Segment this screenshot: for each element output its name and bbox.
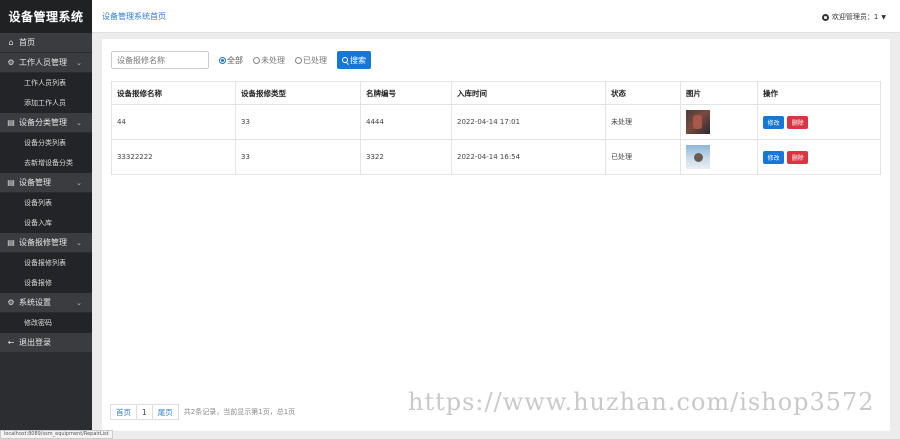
- arrow-left-icon: ←: [7, 338, 15, 347]
- document-icon: ▤: [7, 238, 15, 247]
- cell-time: 2022-04-14 17:01: [451, 104, 606, 140]
- delete-button[interactable]: 删除: [787, 150, 809, 164]
- radio-unprocessed[interactable]: 未处理: [253, 55, 285, 66]
- sidebar-group-category[interactable]: ▤ 设备分类管理 ⌄: [0, 113, 92, 133]
- column-header: 状态: [605, 81, 681, 105]
- chevron-down-icon: ⌄: [76, 238, 82, 247]
- content-panel: 全部 未处理 已处理 搜索 设备报修名称 设备报修类型 名牌编号 入库时间 状态…: [102, 39, 890, 431]
- pagination: 首页 1 尾页 共2条记录，当前显示第1页，总1页: [110, 404, 296, 420]
- cell-status: 已处理: [605, 139, 681, 175]
- repair-table: 设备报修名称 设备报修类型 名牌编号 入库时间 状态 图片 操作 44 33 4…: [111, 81, 881, 175]
- sidebar-group-repair[interactable]: ▤ 设备报修管理 ⌄: [0, 233, 92, 253]
- breadcrumb[interactable]: 设备管理系统首页: [102, 11, 166, 22]
- cell-brand-no: 3322: [360, 139, 452, 175]
- table-row: 44 33 4444 2022-04-14 17:01 未处理 修改 删除: [111, 104, 881, 140]
- chevron-down-icon: ⌄: [76, 178, 82, 187]
- user-icon: [821, 13, 829, 21]
- cell-status: 未处理: [605, 104, 681, 140]
- cell-name: 33322222: [111, 139, 236, 175]
- column-header: 入库时间: [451, 81, 606, 105]
- sidebar-item-category-list[interactable]: 设备分类列表: [0, 133, 92, 153]
- chevron-down-icon: ⌄: [76, 118, 82, 127]
- chevron-down-icon: ⌄: [76, 58, 82, 67]
- column-header: 设备报修名称: [111, 81, 236, 105]
- search-button[interactable]: 搜索: [337, 51, 371, 69]
- sidebar-item-add-staff[interactable]: 添加工作人员: [0, 93, 92, 113]
- equipment-thumbnail[interactable]: [686, 110, 710, 134]
- radio-label: 未处理: [261, 55, 285, 65]
- pagination-current[interactable]: 1: [136, 404, 153, 420]
- top-header: 设备管理系统首页 欢迎管理员：1 ▼: [92, 0, 900, 33]
- edit-button[interactable]: 修改: [763, 150, 784, 164]
- document-icon: ▤: [7, 118, 15, 127]
- equipment-thumbnail[interactable]: [686, 145, 710, 169]
- radio-dot: [253, 56, 260, 64]
- radio-dot: [295, 56, 302, 64]
- cell-name: 44: [111, 104, 236, 140]
- table-row: 33322222 33 3322 2022-04-14 16:54 已处理 修改…: [111, 139, 881, 175]
- cell-actions: 修改 删除: [757, 139, 881, 175]
- search-icon: [342, 57, 348, 63]
- gear-icon: ⚙: [7, 58, 15, 67]
- sidebar-group-label: 系统设置: [19, 298, 51, 307]
- radio-all[interactable]: 全部: [219, 55, 243, 66]
- table-header-row: 设备报修名称 设备报修类型 名牌编号 入库时间 状态 图片 操作: [111, 81, 881, 105]
- sidebar-item-equipment-in[interactable]: 设备入库: [0, 213, 92, 233]
- sidebar-item-home[interactable]: ⌂ 首页: [0, 33, 92, 53]
- search-button-label: 搜索: [350, 55, 366, 65]
- cell-brand-no: 4444: [360, 104, 452, 140]
- cell-time: 2022-04-14 16:54: [451, 139, 606, 175]
- user-greeting: 欢迎管理员：1: [831, 13, 879, 21]
- column-header: 操作: [757, 81, 881, 105]
- sidebar-item-change-password[interactable]: 修改密码: [0, 313, 92, 333]
- sidebar-group-label: 设备报修管理: [19, 238, 67, 247]
- sidebar-item-label: 首页: [19, 38, 35, 47]
- chevron-down-icon: ⌄: [76, 298, 82, 307]
- status-url: localhost:8089/ssm_equipment/RepairList: [0, 430, 113, 439]
- sidebar-group-label: 工作人员管理: [19, 58, 67, 67]
- search-bar: 全部 未处理 已处理 搜索: [111, 51, 371, 69]
- pagination-info: 共2条记录，当前显示第1页，总1页: [183, 408, 296, 416]
- radio-dot: [219, 56, 226, 64]
- sidebar-item-staff-list[interactable]: 工作人员列表: [0, 73, 92, 93]
- sidebar-item-label: 退出登录: [19, 338, 51, 347]
- sidebar-group-label: 设备分类管理: [19, 118, 67, 127]
- radio-label: 已处理: [303, 55, 327, 65]
- cell-image: [680, 139, 758, 175]
- pagination-last[interactable]: 尾页: [151, 404, 179, 420]
- document-icon: ▤: [7, 178, 15, 187]
- sidebar-item-logout[interactable]: ← 退出登录: [0, 333, 92, 353]
- search-input[interactable]: [111, 51, 209, 69]
- caret-down-icon: ▼: [881, 13, 886, 21]
- sidebar-item-repair-list[interactable]: 设备报修列表: [0, 253, 92, 273]
- radio-label: 全部: [227, 55, 243, 65]
- sidebar-item-equipment-list[interactable]: 设备列表: [0, 193, 92, 213]
- column-header: 设备报修类型: [235, 81, 361, 105]
- cell-type: 33: [235, 104, 361, 140]
- radio-processed[interactable]: 已处理: [295, 55, 327, 66]
- home-icon: ⌂: [8, 38, 14, 47]
- sidebar-group-equipment[interactable]: ▤ 设备管理 ⌄: [0, 173, 92, 193]
- column-header: 名牌编号: [360, 81, 452, 105]
- sidebar-item-repair[interactable]: 设备报修: [0, 273, 92, 293]
- cell-image: [680, 104, 758, 140]
- gear-icon: ⚙: [7, 298, 15, 307]
- cell-actions: 修改 删除: [757, 104, 881, 140]
- cell-type: 33: [235, 139, 361, 175]
- pagination-first[interactable]: 首页: [110, 404, 137, 420]
- sidebar-group-staff[interactable]: ⚙ 工作人员管理 ⌄: [0, 53, 92, 73]
- watermark-text: https://www.huzhan.com/ishop3572: [408, 388, 875, 416]
- column-header: 图片: [680, 81, 758, 105]
- sidebar-group-settings[interactable]: ⚙ 系统设置 ⌄: [0, 293, 92, 313]
- app-brand: 设备管理系统: [0, 0, 92, 33]
- delete-button[interactable]: 删除: [787, 115, 809, 129]
- sidebar-item-add-category[interactable]: 去新增设备分类: [0, 153, 92, 173]
- sidebar-group-label: 设备管理: [19, 178, 51, 187]
- edit-button[interactable]: 修改: [763, 115, 784, 129]
- user-menu[interactable]: 欢迎管理员：1 ▼: [821, 12, 886, 22]
- sidebar: 设备管理系统 ⌂ 首页 ⚙ 工作人员管理 ⌄ 工作人员列表 添加工作人员 ▤ 设…: [0, 0, 92, 439]
